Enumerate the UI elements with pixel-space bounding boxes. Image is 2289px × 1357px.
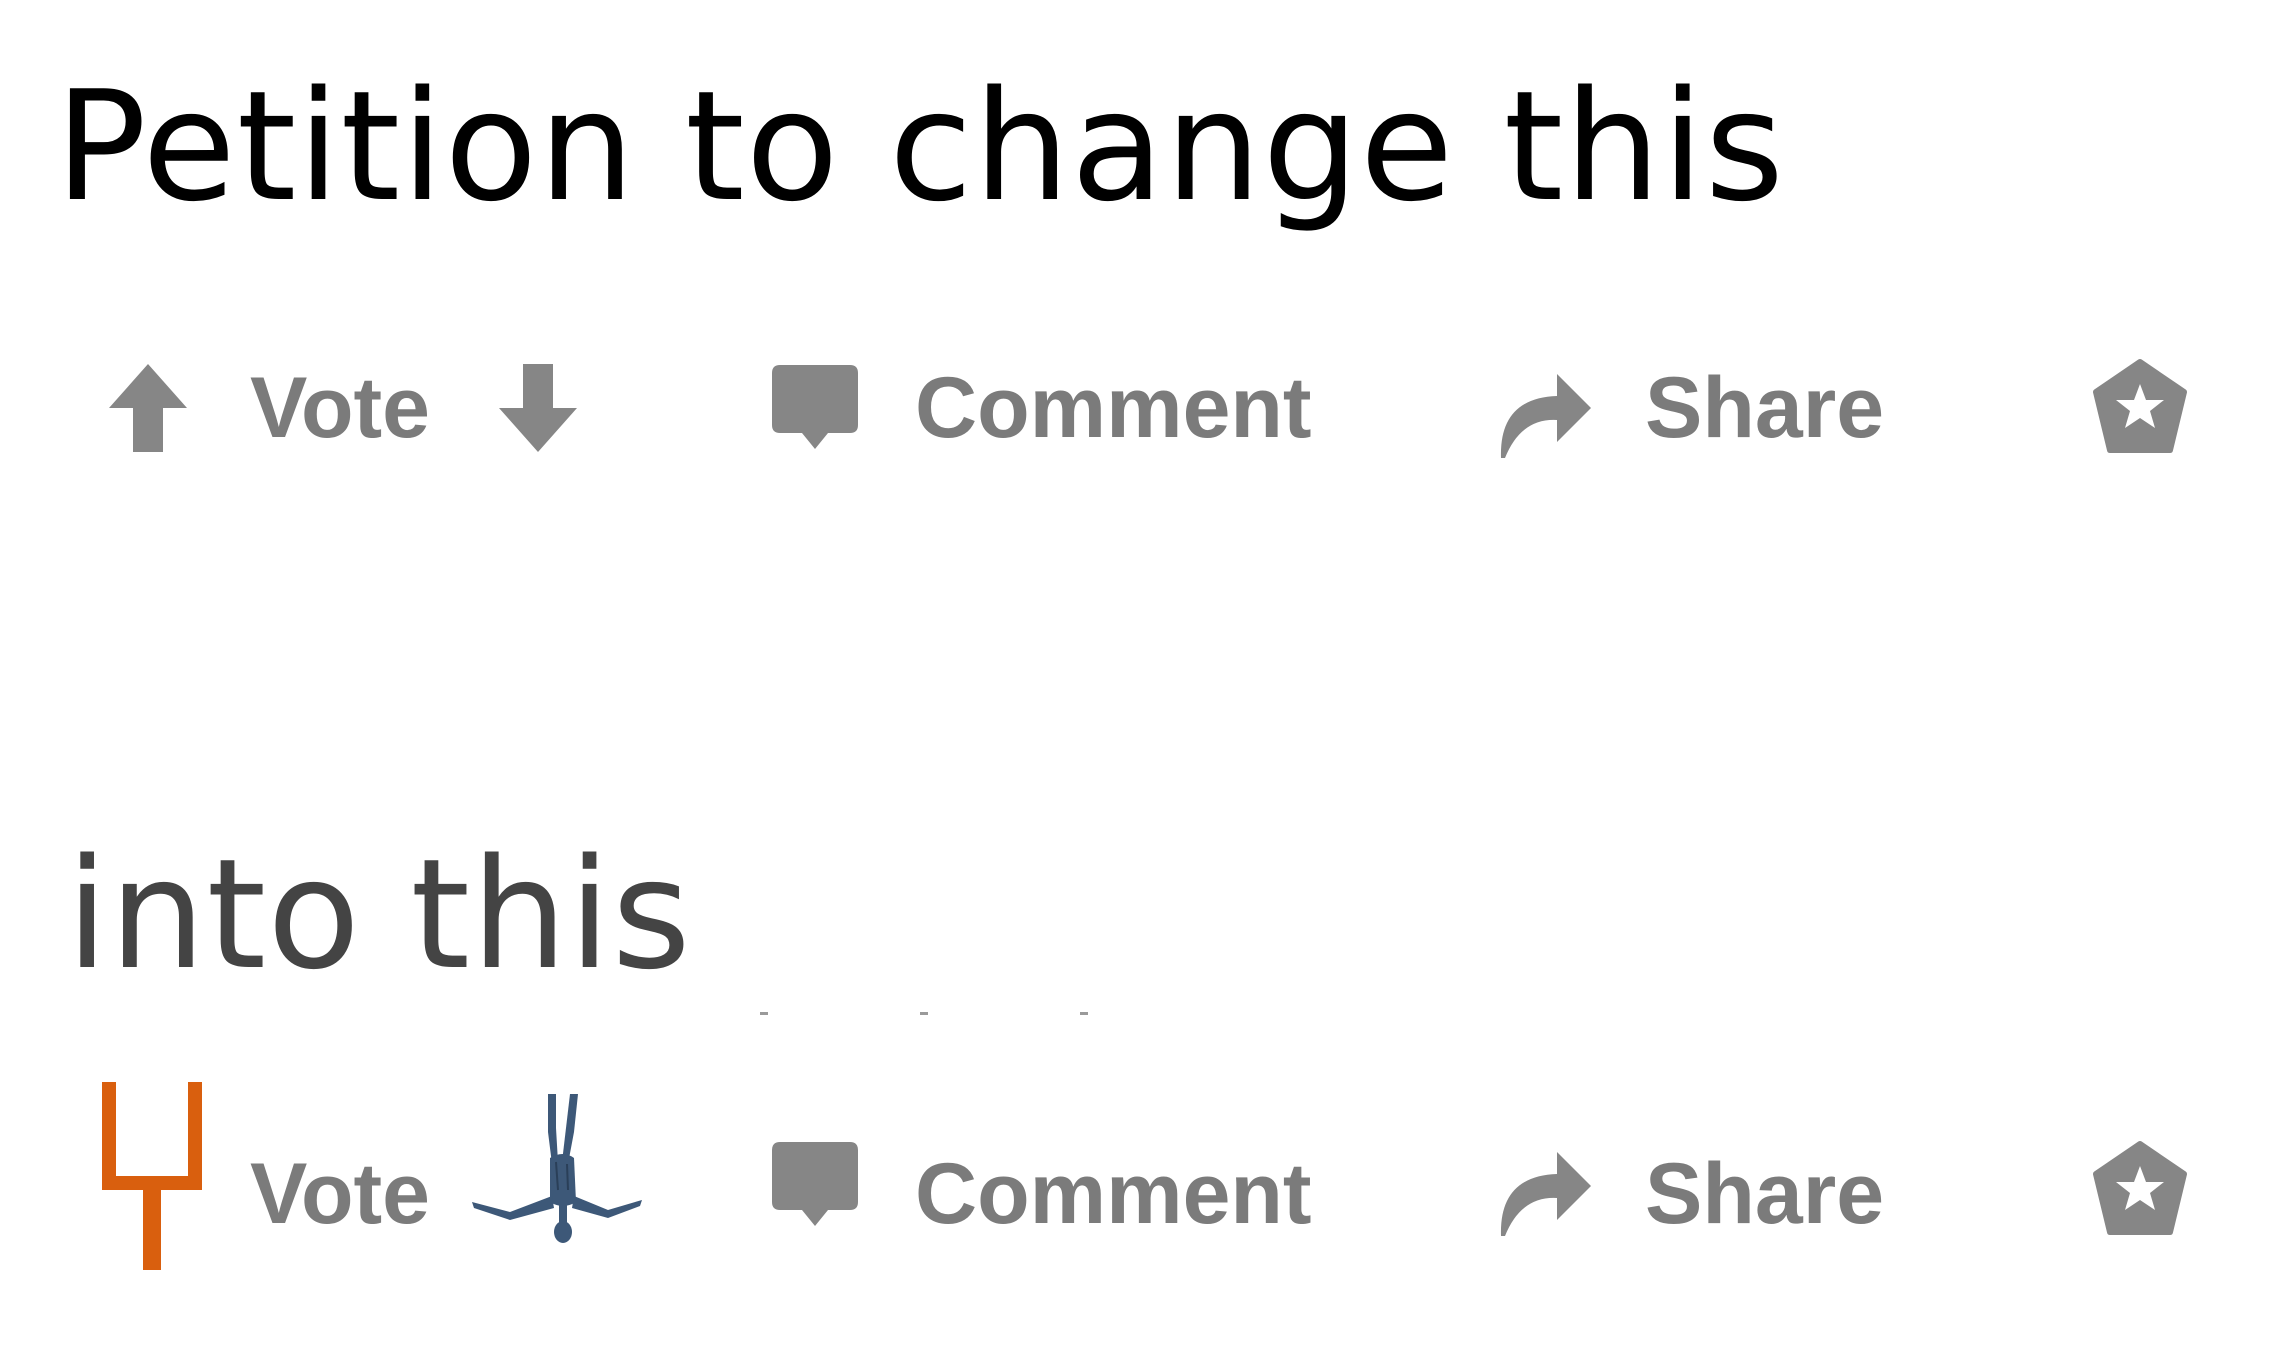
share-button[interactable]: Share (1490, 330, 1910, 490)
speech-bubble-icon (772, 1142, 858, 1226)
arrow-up-icon[interactable] (105, 360, 191, 456)
action-bar-original: Vote Comment Share (0, 330, 2289, 490)
vote-label: Vote (250, 360, 430, 456)
arrow-down-icon[interactable] (495, 360, 581, 456)
headline-bottom: into this (66, 826, 692, 1003)
comment-label: Comment (915, 360, 1312, 456)
action-bar-new: Vote Comment Share (0, 1082, 2289, 1270)
comment-button[interactable]: Comment (760, 1108, 1320, 1268)
share-label: Share (1645, 1146, 1885, 1242)
vote-control: Vote (0, 330, 620, 490)
separator-dots (760, 1012, 1100, 1020)
speech-bubble-icon (772, 365, 858, 449)
star-badge-icon[interactable] (2090, 358, 2190, 458)
star-badge-icon[interactable] (2090, 1140, 2190, 1240)
share-label: Share (1645, 360, 1885, 456)
vote-control: Vote (0, 1082, 680, 1308)
goalpost-icon[interactable] (102, 1082, 202, 1270)
share-button[interactable]: Share (1490, 1108, 1910, 1268)
curved-arrow-icon (1500, 1152, 1591, 1236)
curved-arrow-icon (1500, 374, 1591, 458)
headline-top: Petition to change this (55, 58, 1786, 235)
upside-down-figure-icon[interactable] (470, 1092, 645, 1272)
comment-label: Comment (915, 1146, 1312, 1242)
vote-label: Vote (250, 1146, 430, 1242)
comment-button[interactable]: Comment (760, 330, 1320, 490)
